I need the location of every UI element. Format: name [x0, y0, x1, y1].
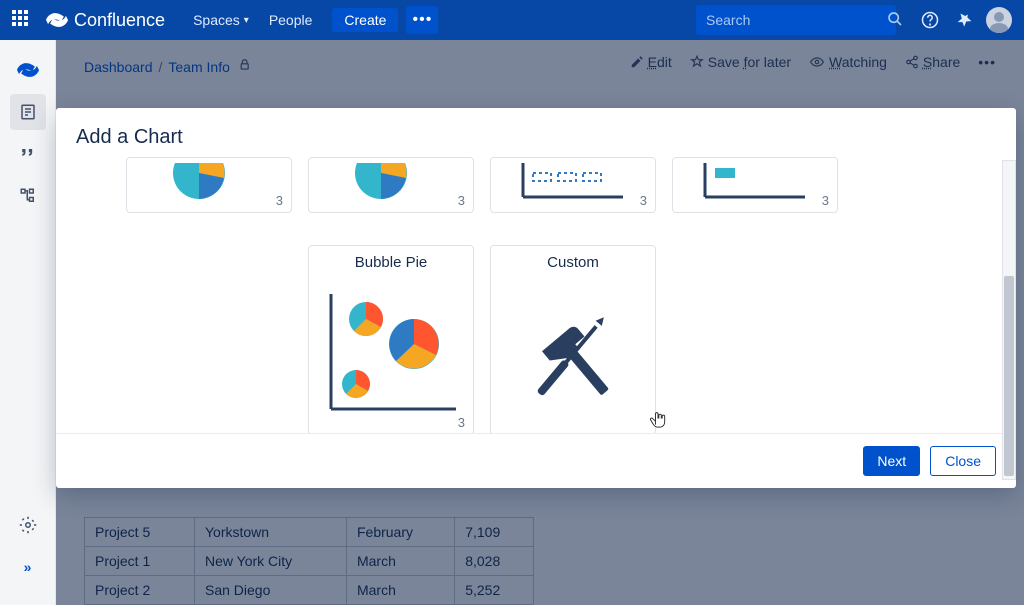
card-count: 3 [458, 193, 465, 208]
close-button[interactable]: Close [930, 446, 996, 476]
chart-type-card[interactable]: 3 [126, 157, 292, 213]
chart-type-card[interactable]: 3 [672, 157, 838, 213]
sidebar-confluence-icon[interactable] [10, 52, 46, 88]
chart-type-card[interactable]: 3 [490, 157, 656, 213]
top-navigation: Confluence Spaces ▾ People Create ••• [0, 0, 1024, 40]
nav-people[interactable]: People [269, 12, 313, 28]
card-title: Custom [491, 246, 655, 273]
chevron-down-icon: ▾ [244, 15, 249, 26]
user-avatar[interactable] [986, 7, 1012, 33]
chart-type-bubble-pie[interactable]: Bubble Pie 3 [308, 245, 474, 433]
brand-logo[interactable]: Confluence [46, 9, 165, 31]
search-field[interactable] [696, 5, 896, 35]
modal-body: 3 3 3 3 [56, 157, 1016, 433]
card-count: 3 [640, 193, 647, 208]
left-sidebar: » [0, 40, 56, 605]
create-button[interactable]: Create [332, 8, 398, 32]
brand-name: Confluence [74, 10, 165, 31]
scrollbar-thumb[interactable] [1004, 276, 1014, 476]
sidebar-settings-icon[interactable] [10, 507, 46, 543]
sidebar-quote-icon[interactable] [10, 136, 46, 172]
sidebar-expand-icon[interactable]: » [10, 549, 46, 585]
next-button[interactable]: Next [863, 446, 920, 476]
sidebar-tree-icon[interactable] [10, 178, 46, 214]
modal-title: Add a Chart [56, 108, 1016, 157]
card-count: 3 [822, 193, 829, 208]
more-button[interactable]: ••• [406, 6, 438, 34]
scrollbar[interactable] [1002, 160, 1016, 480]
add-chart-modal: Add a Chart 3 3 3 [56, 108, 1016, 488]
chart-type-custom[interactable]: Custom [490, 245, 656, 433]
chart-type-card[interactable]: 3 [308, 157, 474, 213]
card-count: 3 [458, 415, 465, 430]
card-count: 3 [276, 193, 283, 208]
confluence-icon [46, 9, 68, 31]
notifications-icon[interactable] [950, 6, 978, 34]
modal-footer: Next Close [56, 433, 1016, 488]
nav-spaces[interactable]: Spaces ▾ [193, 12, 249, 28]
search-input[interactable] [706, 12, 887, 28]
help-icon[interactable] [916, 6, 944, 34]
card-title: Bubble Pie [309, 246, 473, 273]
search-icon[interactable] [887, 11, 903, 30]
apps-switcher-icon[interactable] [12, 10, 32, 30]
sidebar-page-icon[interactable] [10, 94, 46, 130]
